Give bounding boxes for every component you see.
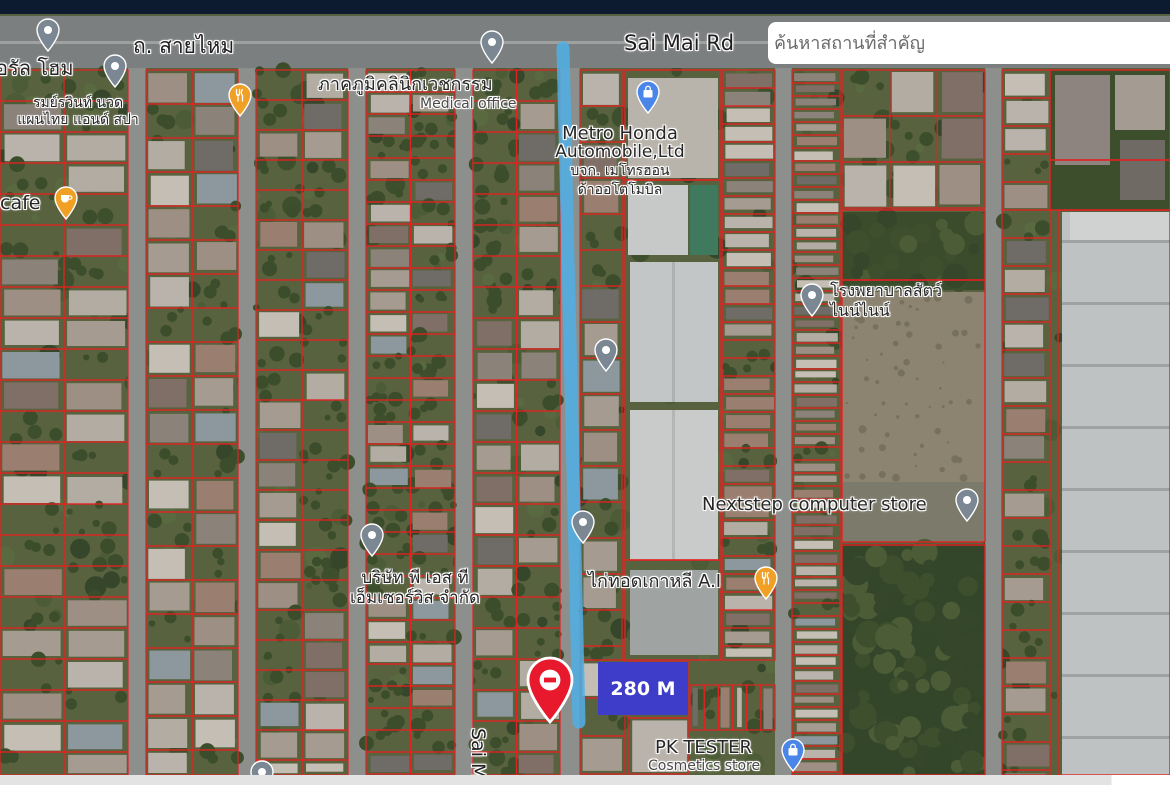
- clinic-category-label: Medical office: [420, 96, 517, 112]
- chicken-restaurant-pin-icon[interactable]: [754, 566, 778, 600]
- pk-tester-category-label: Cosmetics store: [648, 758, 761, 774]
- route-side-place-pin-icon[interactable]: [571, 510, 595, 544]
- metro-honda-line4: ด้าออโตโมบิล: [577, 182, 663, 198]
- pst-label-line1: บริษัท พี เอส ที: [361, 568, 469, 588]
- pst-pin-icon[interactable]: [360, 523, 384, 557]
- satellite-map-canvas[interactable]: [0, 0, 1170, 775]
- vet-pin-icon[interactable]: [800, 283, 824, 317]
- chicken-label: ไก่ทอดเกาหลี A.I: [588, 571, 722, 592]
- vet-label-line1: โรงพยาบาลสัตว์: [830, 281, 942, 300]
- vet-label-line2: ไนน์ไนน์: [830, 301, 890, 320]
- home-label: อรัล โฮม: [0, 56, 74, 80]
- bottom-bar: [0, 775, 1170, 785]
- spa-label-line1: รมย์รวินท์ นวด: [32, 95, 124, 111]
- selected-location-marker-icon[interactable]: [526, 656, 574, 724]
- search-input[interactable]: [768, 22, 1170, 64]
- nextstep-label: Nextstep computer store: [702, 494, 927, 515]
- metro-honda-shopping-pin-icon[interactable]: [636, 80, 660, 114]
- pst-label: บริษัท พี เอส ที เอ็มเซอร์วิส จำกัด: [320, 568, 510, 608]
- bottom-place-pin-icon[interactable]: [250, 760, 274, 775]
- cafe-pin-icon[interactable]: [54, 186, 78, 220]
- cafe-label: cafe: [0, 192, 41, 214]
- road-label-sai-mai-en: Sai Mai Rd: [624, 31, 735, 55]
- metro-honda-line2: Automobile,Ltd: [555, 142, 685, 162]
- distance-badge: 280 M: [598, 662, 688, 715]
- map-view[interactable]: ถ. สายไหม Sai Mai Rd Sai M อรัล โฮม รมย์…: [0, 0, 1170, 775]
- top-left-place-pin-icon[interactable]: [36, 18, 60, 52]
- clinic-name-label: ภาคภูมิคลินิกเวชกรรม: [318, 74, 493, 95]
- pk-tester-label: PK TESTER: [655, 737, 753, 758]
- top-bar: [0, 0, 1170, 14]
- home-pin-icon[interactable]: [103, 54, 127, 88]
- pst-label-line2: เอ็มเซอร์วิส จำกัด: [349, 588, 481, 608]
- unnamed-place-pin-icon[interactable]: [594, 338, 618, 372]
- restaurant-pin-icon[interactable]: [228, 83, 252, 117]
- metro-honda-label: Metro Honda Automobile,Ltd บจก. เมโทรฮอน…: [545, 124, 695, 200]
- road-label-sai-mai-th: ถ. สายไหม: [133, 34, 235, 58]
- map-app: ถ. สายไหม Sai Mai Rd Sai M อรัล โฮม รมย์…: [0, 0, 1170, 785]
- nextstep-pin-icon[interactable]: [955, 488, 979, 522]
- spa-label-line2: แผนไทย แอนด์ สปา: [17, 112, 139, 128]
- pk-tester-shopping-pin-icon[interactable]: [781, 738, 805, 772]
- clinic-pin-icon[interactable]: [480, 30, 504, 64]
- road-label-soi: Sai M: [466, 728, 489, 775]
- vet-label: โรงพยาบาลสัตว์ ไนน์ไนน์: [830, 281, 942, 321]
- metro-honda-line1: Metro Honda: [562, 123, 678, 144]
- metro-honda-line3: บจก. เมโทรฮอน: [570, 163, 670, 179]
- spa-label: รมย์รวินท์ นวด แผนไทย แอนด์ สปา: [0, 95, 156, 129]
